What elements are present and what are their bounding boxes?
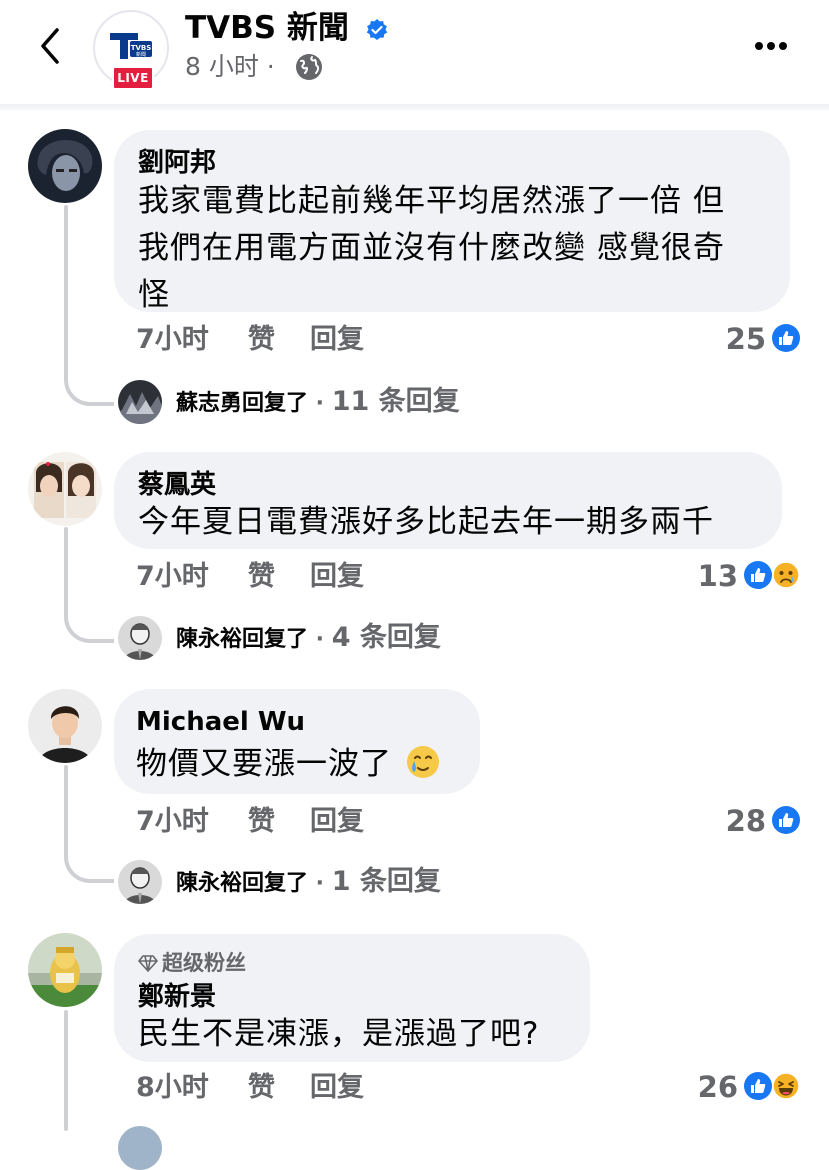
avatar-image <box>118 1126 162 1170</box>
comment-text-line: 怪 <box>138 277 170 313</box>
comment-text-line: 今年夏日電費漲好多比起去年一期多兩千 <box>138 504 714 540</box>
crying-smile-emoji-icon <box>406 746 439 778</box>
reaction-count[interactable]: 13 <box>672 558 738 594</box>
reply-count: 4 条回复 <box>331 622 441 653</box>
reply-button[interactable]: 回复 <box>310 804 364 840</box>
diamond-icon <box>138 955 158 972</box>
avatar[interactable] <box>28 689 102 763</box>
top-fan-badge: 超级粉丝 <box>138 950 246 976</box>
thread-line <box>64 765 68 845</box>
like-button[interactable]: 赞 <box>248 804 310 840</box>
comment-text-line: 民生不是凍漲，是漲過了吧? <box>138 1016 540 1052</box>
more-options-button[interactable] <box>748 26 794 66</box>
view-replies-link[interactable]: 陳永裕回复了 · 4 条回复 <box>176 622 441 656</box>
comment-bubble[interactable]: 超级粉丝 鄭新景 民生不是凍漲，是漲過了吧? <box>114 934 590 1062</box>
view-replies-link[interactable]: 陳永裕回复了 · 1 条回复 <box>176 866 441 900</box>
avatar-image <box>118 380 162 424</box>
like-reaction-icon <box>772 806 800 834</box>
reply-button[interactable]: 回复 <box>310 559 364 595</box>
reply-button[interactable]: 回复 <box>310 322 364 358</box>
like-reaction-icon <box>772 324 800 352</box>
reply-avatar[interactable] <box>118 380 162 424</box>
comment-time[interactable]: 7小时 <box>136 559 248 595</box>
comment-text-line: 我家電費比起前幾年平均居然漲了一倍 但 <box>138 183 725 219</box>
comment-bubble[interactable]: 蔡鳳英 今年夏日電費漲好多比起去年一期多兩千 <box>114 452 782 549</box>
like-button[interactable]: 赞 <box>248 1070 310 1106</box>
thread-line <box>64 205 68 370</box>
comment-author[interactable]: 蔡鳳英 <box>138 469 216 501</box>
top-fan-label: 超级粉丝 <box>162 951 246 975</box>
reply-count: 1 条回复 <box>331 866 441 897</box>
comment-text: 物價又要漲一波了 <box>136 746 392 782</box>
comment-time[interactable]: 7小时 <box>136 804 248 840</box>
avatar-image <box>118 616 162 660</box>
avatar-image <box>118 860 162 904</box>
post-time: 8 小时 · <box>185 52 275 81</box>
comment-text-line: 物價又要漲一波了 <box>136 741 441 788</box>
thread-curve <box>64 366 114 406</box>
avatar-image <box>28 452 102 526</box>
reply-summary-author: 陳永裕回复了 <box>176 871 309 896</box>
comment-author[interactable]: 鄭新景 <box>138 981 216 1013</box>
back-button[interactable] <box>32 22 72 70</box>
comment-author[interactable]: 劉阿邦 <box>138 147 216 179</box>
like-button[interactable]: 赞 <box>248 559 310 595</box>
like-reaction-icon <box>744 1072 772 1100</box>
page-name[interactable]: TVBS 新聞 <box>185 8 349 48</box>
comment-actions: 7小时赞回复 <box>136 559 364 595</box>
comment-bubble[interactable]: 劉阿邦 我家電費比起前幾年平均居然漲了一倍 但 我們在用電方面並沒有什麼改變 感… <box>114 130 790 313</box>
live-badge: LIVE <box>112 66 154 90</box>
comment-actions: 7小时赞回复 <box>136 322 364 358</box>
reply-avatar[interactable] <box>118 1126 162 1170</box>
comment-bubble[interactable]: Michael Wu 物價又要漲一波了 <box>114 689 480 794</box>
tvbs-logo-icon: TVBS 新聞 <box>110 33 152 59</box>
thread-curve <box>64 843 114 883</box>
comment-text-line: 我們在用電方面並沒有什麼改變 感覺很奇 <box>138 230 725 266</box>
verified-badge-icon <box>366 19 388 40</box>
separator: · <box>308 871 332 896</box>
comment-time[interactable]: 8小时 <box>136 1070 248 1106</box>
thread-line <box>64 1010 68 1131</box>
more-icon <box>755 42 787 50</box>
reaction-count[interactable]: 25 <box>700 321 766 357</box>
view-replies-link[interactable]: 蘇志勇回复了 · 11 条回复 <box>176 386 460 420</box>
reply-button[interactable]: 回复 <box>310 1070 364 1106</box>
reply-avatar[interactable] <box>118 860 162 904</box>
comment-actions: 8小时赞回复 <box>136 1070 364 1106</box>
thread-line <box>64 527 68 607</box>
sad-reaction-icon <box>772 561 800 589</box>
reply-count: 11 条回复 <box>331 386 460 417</box>
like-button[interactable]: 赞 <box>248 322 310 358</box>
reply-summary-author: 陳永裕回复了 <box>176 627 309 652</box>
avatar[interactable] <box>28 129 102 203</box>
header-divider <box>0 104 829 110</box>
avatar-image <box>28 129 102 203</box>
globe-icon <box>296 54 322 80</box>
reaction-count[interactable]: 26 <box>672 1069 738 1105</box>
back-arrow-icon <box>41 28 59 64</box>
comment-time[interactable]: 7小时 <box>136 322 248 358</box>
comment-actions: 7小时赞回复 <box>136 804 364 840</box>
separator: · <box>308 627 332 652</box>
avatar-image <box>28 933 102 1007</box>
svg-text:TVBS: TVBS <box>131 44 152 52</box>
avatar[interactable] <box>28 452 102 526</box>
haha-reaction-icon <box>772 1072 800 1100</box>
svg-text:新聞: 新聞 <box>136 51 146 58</box>
post-header: TVBS 新聞 LIVE TVBS 新聞 8 小时 · <box>0 0 829 104</box>
reaction-count[interactable]: 28 <box>700 803 766 839</box>
avatar-image <box>28 689 102 763</box>
reply-avatar[interactable] <box>118 616 162 660</box>
separator: · <box>308 391 332 416</box>
thread-curve <box>64 603 114 643</box>
like-reaction-icon <box>744 561 772 589</box>
reply-summary-author: 蘇志勇回复了 <box>176 391 309 416</box>
avatar[interactable] <box>28 933 102 1007</box>
comment-author[interactable]: Michael Wu <box>136 706 305 738</box>
